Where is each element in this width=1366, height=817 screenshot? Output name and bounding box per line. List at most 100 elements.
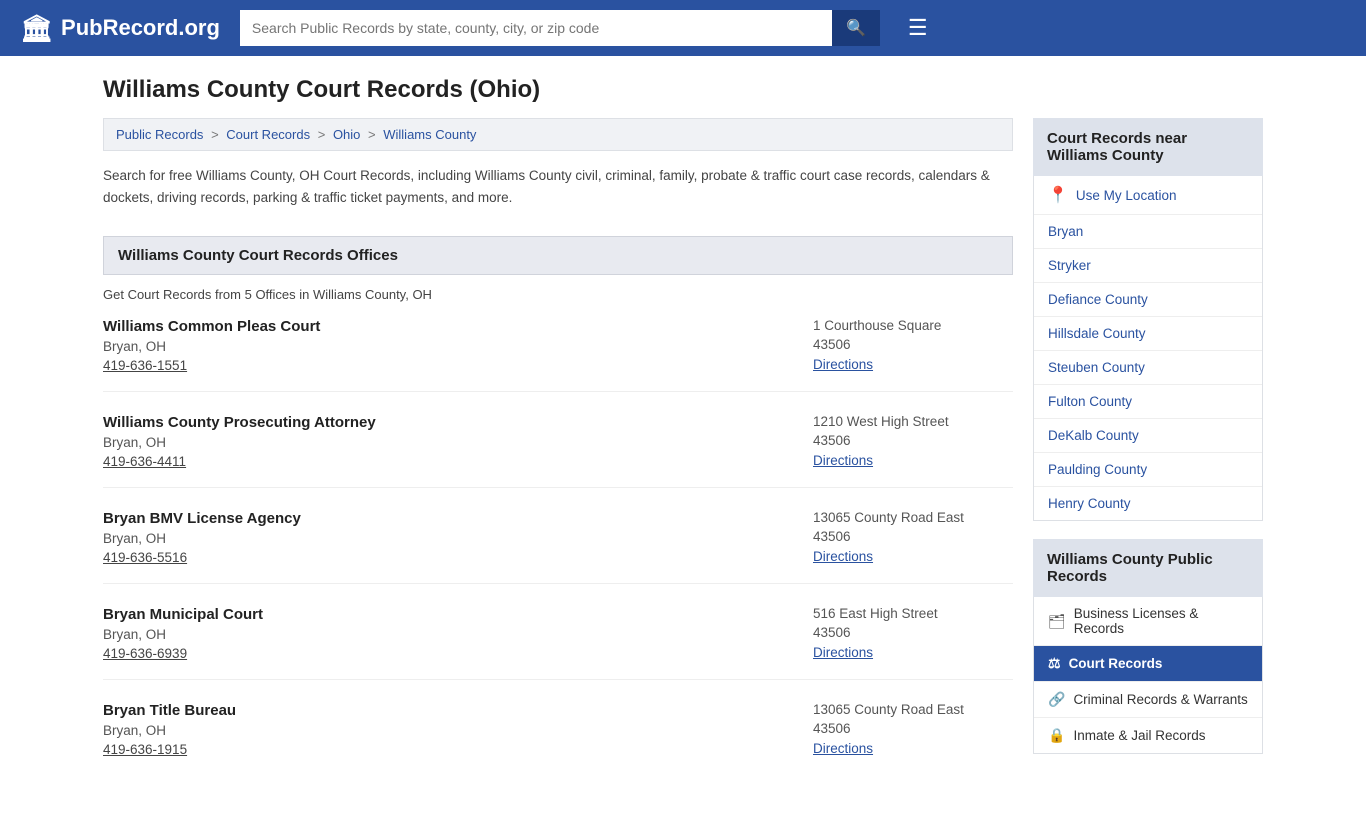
nearby-list-item[interactable]: Henry County — [1034, 487, 1262, 520]
office-city: Bryan, OH — [103, 435, 376, 450]
breadcrumb-public-records[interactable]: Public Records — [116, 127, 203, 142]
directions-link[interactable]: Directions — [813, 645, 873, 660]
office-right-2: 13065 County Road East 43506 Directions — [813, 510, 1013, 564]
use-my-location[interactable]: 📍 Use My Location — [1034, 176, 1262, 215]
public-records-list: 🗂 Business Licenses & Records⚖ Court Rec… — [1033, 597, 1263, 754]
building-icon: 🏛 — [20, 13, 53, 44]
office-address: 516 East High Street — [813, 606, 1013, 621]
nearby-list-item[interactable]: Defiance County — [1034, 283, 1262, 317]
public-records-header: Williams County Public Records — [1033, 539, 1263, 597]
office-left-4: Bryan Title Bureau Bryan, OH 419-636-191… — [103, 702, 236, 757]
office-city: Bryan, OH — [103, 531, 301, 546]
directions-link[interactable]: Directions — [813, 549, 873, 564]
office-left-1: Williams County Prosecuting Attorney Bry… — [103, 414, 376, 469]
office-left-0: Williams Common Pleas Court Bryan, OH 41… — [103, 318, 320, 373]
main-content: Public Records > Court Records > Ohio > … — [103, 118, 1013, 797]
office-right-1: 1210 West High Street 43506 Directions — [813, 414, 1013, 468]
nearby-link[interactable]: Fulton County — [1048, 394, 1132, 409]
office-name: Williams Common Pleas Court — [103, 318, 320, 335]
public-records-item[interactable]: 🔒 Inmate & Jail Records — [1034, 718, 1262, 753]
nearby-list-item[interactable]: Hillsdale County — [1034, 317, 1262, 351]
office-zip: 43506 — [813, 529, 1013, 544]
office-entry: Bryan Title Bureau Bryan, OH 419-636-191… — [103, 702, 1013, 775]
office-city: Bryan, OH — [103, 723, 236, 738]
nearby-link[interactable]: Stryker — [1048, 258, 1091, 273]
office-phone[interactable]: 419-636-4411 — [103, 454, 376, 469]
search-button[interactable]: 🔍 — [832, 10, 880, 46]
office-phone[interactable]: 419-636-1551 — [103, 358, 320, 373]
office-right-0: 1 Courthouse Square 43506 Directions — [813, 318, 1013, 372]
location-icon: 📍 — [1048, 185, 1068, 205]
office-phone[interactable]: 419-636-6939 — [103, 646, 263, 661]
office-city: Bryan, OH — [103, 627, 263, 642]
menu-button[interactable]: ☰ — [908, 15, 928, 41]
office-name: Bryan Municipal Court — [103, 606, 263, 623]
breadcrumb-sep2: > — [318, 127, 329, 142]
search-input[interactable] — [240, 10, 832, 46]
directions-link[interactable]: Directions — [813, 357, 873, 372]
nearby-link[interactable]: Henry County — [1048, 496, 1131, 511]
sidebar: Court Records near Williams County 📍 Use… — [1033, 118, 1263, 754]
office-phone[interactable]: 419-636-5516 — [103, 550, 301, 565]
nearby-list-item[interactable]: Bryan — [1034, 215, 1262, 249]
nearby-link[interactable]: Defiance County — [1048, 292, 1148, 307]
pr-label: Criminal Records & Warrants — [1073, 692, 1247, 707]
office-phone[interactable]: 419-636-1915 — [103, 742, 236, 757]
office-left-3: Bryan Municipal Court Bryan, OH 419-636-… — [103, 606, 263, 661]
page-description: Search for free Williams County, OH Cour… — [103, 165, 1013, 218]
offices-section-header: Williams County Court Records Offices — [103, 236, 1013, 275]
directions-link[interactable]: Directions — [813, 453, 873, 468]
nearby-list-item[interactable]: Steuben County — [1034, 351, 1262, 385]
nearby-link[interactable]: Paulding County — [1048, 462, 1147, 477]
pr-label: Court Records — [1069, 656, 1163, 671]
office-left-2: Bryan BMV License Agency Bryan, OH 419-6… — [103, 510, 301, 565]
breadcrumb-ohio[interactable]: Ohio — [333, 127, 360, 142]
pr-icon: ⚖ — [1048, 655, 1061, 672]
nearby-list: 📍 Use My Location Bryan Stryker Defiance C… — [1033, 176, 1263, 521]
offices-list: Williams Common Pleas Court Bryan, OH 41… — [103, 318, 1013, 775]
nearby-header: Court Records near Williams County — [1033, 118, 1263, 176]
office-entry: Williams Common Pleas Court Bryan, OH 41… — [103, 318, 1013, 392]
office-name: Williams County Prosecuting Attorney — [103, 414, 376, 431]
search-bar: 🔍 — [240, 10, 880, 46]
site-header: 🏛 PubRecord.org 🔍 ☰ — [0, 0, 1366, 56]
pr-label: Inmate & Jail Records — [1073, 728, 1205, 743]
public-records-item[interactable]: 🗂 Business Licenses & Records — [1034, 597, 1262, 646]
logo-text: PubRecord.org — [61, 15, 220, 41]
office-name: Bryan Title Bureau — [103, 702, 236, 719]
nearby-link[interactable]: Hillsdale County — [1048, 326, 1146, 341]
office-entry: Williams County Prosecuting Attorney Bry… — [103, 414, 1013, 488]
pr-label: Business Licenses & Records — [1074, 606, 1248, 636]
nearby-list-item[interactable]: DeKalb County — [1034, 419, 1262, 453]
office-zip: 43506 — [813, 433, 1013, 448]
pr-icon: 🔒 — [1048, 727, 1065, 744]
breadcrumb-sep3: > — [368, 127, 379, 142]
office-entry: Bryan BMV License Agency Bryan, OH 419-6… — [103, 510, 1013, 584]
breadcrumb: Public Records > Court Records > Ohio > … — [103, 118, 1013, 151]
site-logo[interactable]: 🏛 PubRecord.org — [20, 13, 220, 44]
office-address: 13065 County Road East — [813, 510, 1013, 525]
offices-count: Get Court Records from 5 Offices in Will… — [103, 287, 1013, 302]
nearby-link[interactable]: Bryan — [1048, 224, 1083, 239]
nearby-list-item[interactable]: Stryker — [1034, 249, 1262, 283]
public-records-item[interactable]: ⚖ Court Records — [1034, 646, 1262, 682]
office-address: 1210 West High Street — [813, 414, 1013, 429]
nearby-link[interactable]: Steuben County — [1048, 360, 1145, 375]
nearby-list-item[interactable]: Paulding County — [1034, 453, 1262, 487]
office-zip: 43506 — [813, 337, 1013, 352]
nearby-link[interactable]: DeKalb County — [1048, 428, 1139, 443]
directions-link[interactable]: Directions — [813, 741, 873, 756]
breadcrumb-court-records[interactable]: Court Records — [226, 127, 310, 142]
office-zip: 43506 — [813, 721, 1013, 736]
public-records-item[interactable]: 🔗 Criminal Records & Warrants — [1034, 682, 1262, 718]
office-entry: Bryan Municipal Court Bryan, OH 419-636-… — [103, 606, 1013, 680]
office-right-3: 516 East High Street 43506 Directions — [813, 606, 1013, 660]
page-title: Williams County Court Records (Ohio) — [103, 76, 1263, 104]
office-name: Bryan BMV License Agency — [103, 510, 301, 527]
public-records-section: Williams County Public Records 🗂 Busines… — [1033, 539, 1263, 754]
office-address: 1 Courthouse Square — [813, 318, 1013, 333]
nearby-list-item[interactable]: Fulton County — [1034, 385, 1262, 419]
office-address: 13065 County Road East — [813, 702, 1013, 717]
breadcrumb-williams-county[interactable]: Williams County — [383, 127, 476, 142]
use-location-label: Use My Location — [1076, 188, 1177, 203]
